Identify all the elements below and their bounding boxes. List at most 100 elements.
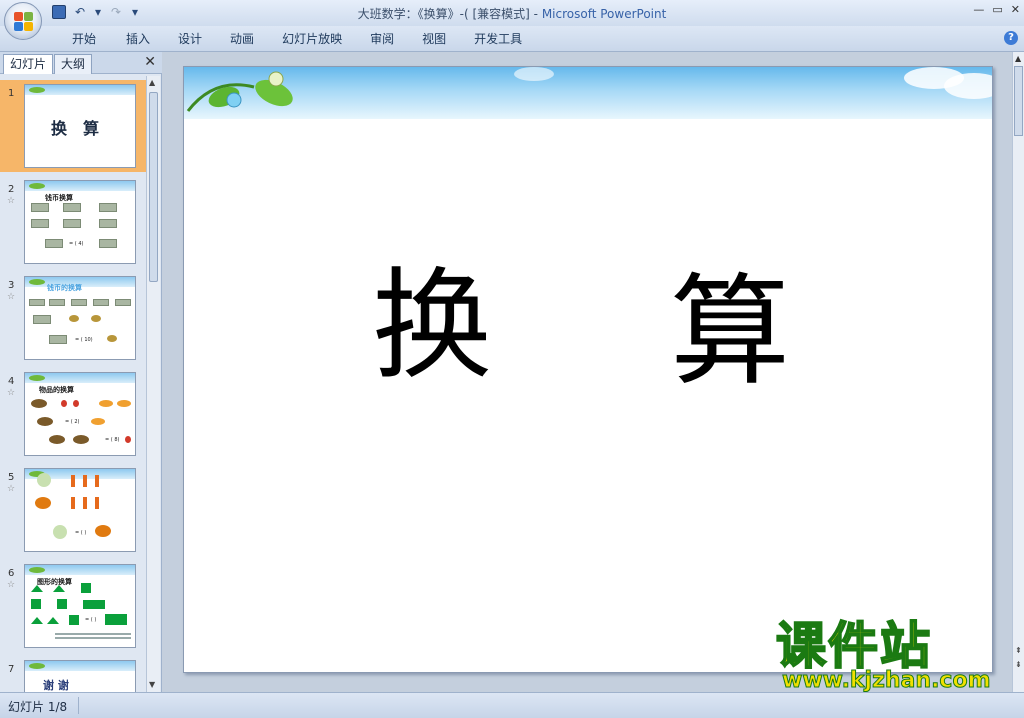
tab-outline[interactable]: 大纲 xyxy=(54,54,93,74)
slide-thumb-4[interactable]: 4 ☆ 物品的换算 = ( 2) = ( 8) xyxy=(0,368,146,460)
tab-insert[interactable]: 插入 xyxy=(108,31,162,47)
office-button[interactable] xyxy=(4,2,42,40)
slide-caption: = ( ) xyxy=(85,617,97,623)
scroll-up-icon[interactable]: ▲ xyxy=(149,78,155,87)
slide-note-lines xyxy=(55,633,131,635)
slide-number: 5 xyxy=(8,472,15,483)
mango-image xyxy=(91,418,105,425)
banknote-image xyxy=(63,203,81,212)
rectangle-shape xyxy=(83,600,105,609)
watermark-logo: 课件站 www.kjzhan.com xyxy=(775,617,1016,696)
prev-slide-icon[interactable]: ⇞ xyxy=(1015,646,1022,655)
current-slide[interactable]: 换 算 xyxy=(183,66,993,673)
tab-animations[interactable]: 动画 xyxy=(214,31,266,47)
slide-thumb-1[interactable]: 1 换 算 xyxy=(0,80,146,172)
watermark-text: 课件站 xyxy=(775,617,932,675)
strawberry-image xyxy=(61,400,67,407)
banknote-image xyxy=(115,299,131,306)
banknote-image xyxy=(33,315,51,324)
slides-pane: 幻灯片 大纲 ✕ 1 换 算 2 ☆ 钱币换算 = (4) 3 ☆ 钱币的换算… xyxy=(0,52,162,692)
slide-preview: 图形的换算 = ( ) xyxy=(24,564,136,648)
slide-thumb-2[interactable]: 2 ☆ 钱币换算 = ( 4) xyxy=(0,176,146,268)
slide-title: 物品的换算 xyxy=(39,386,74,394)
banknote-image xyxy=(29,299,45,306)
leaf-icon xyxy=(29,87,45,93)
next-slide-icon[interactable]: ⇟ xyxy=(1015,660,1022,669)
close-pane-icon[interactable]: ✕ xyxy=(144,54,156,70)
animation-star-icon: ☆ xyxy=(7,292,16,302)
kiwi-image xyxy=(49,435,65,444)
kiwi-image xyxy=(31,399,47,408)
slide-header-image xyxy=(184,67,992,119)
slide-preview: 钱币换算 = ( 4) xyxy=(24,180,136,264)
thumbnails-scrollbar[interactable]: ▲ ▼ xyxy=(146,76,160,692)
leaf-icon xyxy=(29,375,45,381)
strawberry-image xyxy=(73,400,79,407)
scroll-down-icon[interactable]: ▼ xyxy=(149,680,155,689)
banknote-image xyxy=(99,239,117,248)
banknote-image xyxy=(31,219,49,228)
tab-view[interactable]: 视图 xyxy=(406,31,458,47)
triangle-shape xyxy=(31,617,43,624)
document-title: 大班数学：《换算》-( [兼容模式] xyxy=(357,7,530,21)
scrollbar-thumb[interactable] xyxy=(1014,66,1023,136)
square-shape xyxy=(57,599,67,609)
tab-home[interactable]: 开始 xyxy=(60,31,108,47)
help-icon[interactable]: ? xyxy=(1004,31,1018,45)
restore-button[interactable]: ▭ xyxy=(992,3,1002,16)
square-shape xyxy=(69,615,79,625)
slide-thumb-6[interactable]: 6 ☆ 图形的换算 = ( ) xyxy=(0,560,146,652)
slide-counter: 幻灯片 1/8 xyxy=(8,700,68,714)
cloud-shape xyxy=(944,73,992,99)
slide-preview: 换 算 xyxy=(24,84,136,168)
slide-preview: 谢 谢 xyxy=(24,660,136,692)
tab-slideshow[interactable]: 幻灯片放映 xyxy=(266,31,354,47)
slide-thumb-5[interactable]: 5 ☆ = ( ) xyxy=(0,464,146,556)
slide-preview: = ( ) xyxy=(24,468,136,552)
slide-caption: = ( 4) xyxy=(69,241,84,247)
editor-scrollbar[interactable]: ▲ ⇞ ⇟ xyxy=(1012,52,1024,692)
cabbage-image xyxy=(53,525,67,539)
close-button[interactable]: ✕ xyxy=(1011,3,1020,16)
slide-preview: 钱币的换算 = ( 10) xyxy=(24,276,136,360)
pumpkin-image xyxy=(35,497,51,509)
tab-developer[interactable]: 开发工具 xyxy=(458,31,534,47)
tab-review[interactable]: 审阅 xyxy=(354,31,406,47)
animation-star-icon: ☆ xyxy=(7,196,16,206)
tab-slides[interactable]: 幻灯片 xyxy=(3,54,54,74)
leaf-icon xyxy=(29,663,45,669)
tab-design[interactable]: 设计 xyxy=(162,31,214,47)
window-title: 大班数学：《换算》-( [兼容模式] - Microsoft PowerPoin… xyxy=(0,5,1024,22)
animation-star-icon: ☆ xyxy=(7,580,16,590)
carrot-image xyxy=(83,475,87,487)
slide-thumbnails: 1 换 算 2 ☆ 钱币换算 = ( 4) 3 ☆ 钱币的换算 = (10) … xyxy=(0,76,146,692)
banknote-image xyxy=(49,335,67,344)
slide-title-char-1[interactable]: 换 xyxy=(372,267,492,387)
status-bar: 幻灯片 1/8 xyxy=(0,692,1024,718)
slide-thumb-7[interactable]: 7 谢 谢 xyxy=(0,656,146,692)
carrot-image xyxy=(95,475,99,487)
slide-title-char-2[interactable]: 算 xyxy=(670,273,790,393)
leaf-icon xyxy=(29,279,45,285)
slide-title: 谢 谢 xyxy=(43,679,69,692)
triangle-shape xyxy=(31,585,43,592)
cabbage-image xyxy=(37,473,51,487)
slide-caption: = ( 8) xyxy=(105,437,120,443)
watermark-url: www.kjzhan.com xyxy=(782,668,992,694)
slide-number: 1 xyxy=(8,88,15,99)
minimize-button[interactable]: — xyxy=(973,3,984,16)
banknote-image xyxy=(99,219,117,228)
mango-image xyxy=(117,400,131,407)
slide-number: 2 xyxy=(8,184,15,195)
carrot-image xyxy=(95,497,99,509)
slide-caption: = ( 2) xyxy=(65,419,80,425)
slide-number: 6 xyxy=(8,568,15,579)
slide-caption: = ( ) xyxy=(75,530,87,536)
kiwi-image xyxy=(73,435,89,444)
scroll-up-icon[interactable]: ▲ xyxy=(1015,54,1021,63)
coin-image xyxy=(107,335,117,342)
slide-thumb-3[interactable]: 3 ☆ 钱币的换算 = ( 10) xyxy=(0,272,146,364)
banknote-image xyxy=(93,299,109,306)
pane-tabs: 幻灯片 大纲 ✕ xyxy=(0,52,162,74)
scrollbar-thumb[interactable] xyxy=(149,92,158,282)
